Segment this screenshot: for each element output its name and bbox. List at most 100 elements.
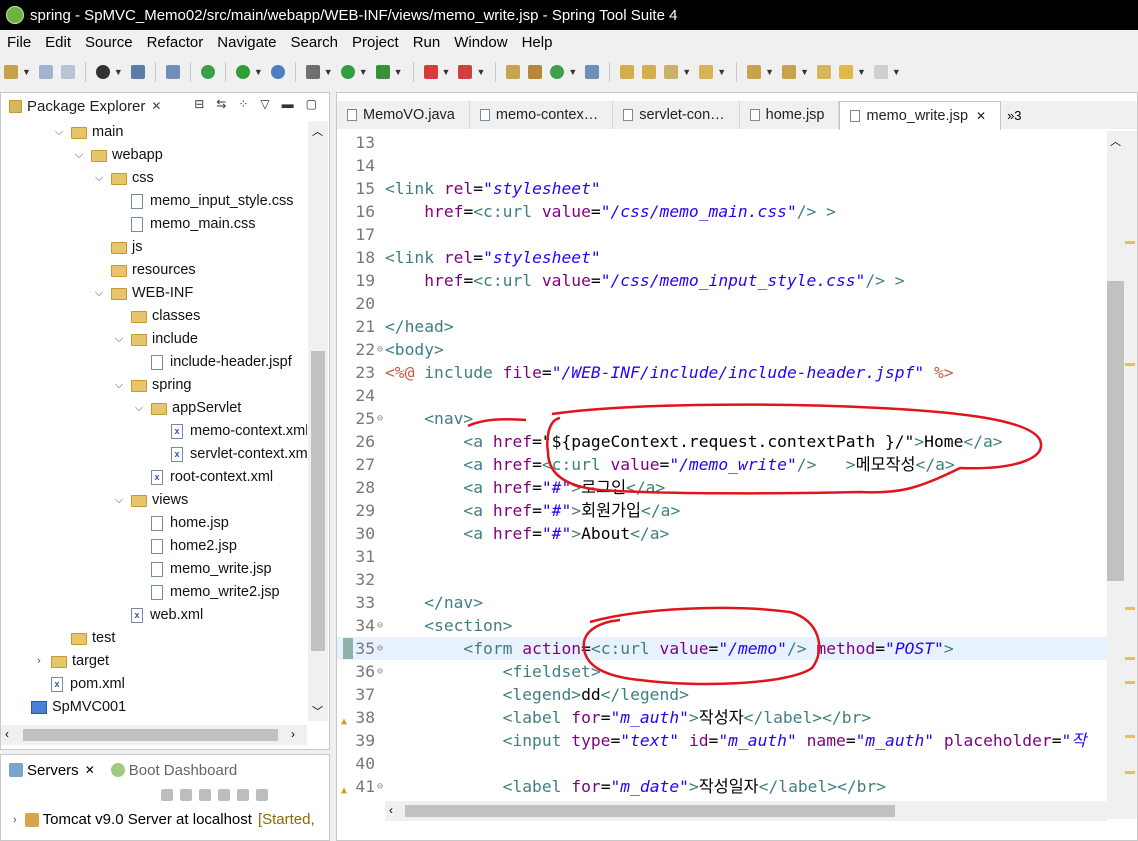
code-line[interactable]: 26 <a href="${pageContext.request.contex… [337, 430, 1107, 453]
chevron-down-icon[interactable]: ⌵ [113, 374, 125, 397]
code-line[interactable]: 33 </nav> [337, 591, 1107, 614]
publish-icon[interactable] [256, 789, 268, 801]
menu-item-source[interactable]: Source [78, 34, 140, 51]
link-editor-icon[interactable]: ⇆ [216, 97, 226, 111]
tree-item[interactable]: x servlet-context.xml [153, 443, 307, 466]
tree-item[interactable]: ⌵ include [113, 328, 198, 351]
chevron-right-icon[interactable]: › [13, 814, 17, 826]
chevron-down-icon[interactable]: ▼ [568, 67, 577, 77]
code-line[interactable]: 34 ⊖ <section> [337, 614, 1107, 637]
chevron-right-icon[interactable]: › [33, 650, 45, 673]
chevron-down-icon[interactable]: ⌵ [113, 489, 125, 512]
next-annotation-icon[interactable] [747, 65, 762, 79]
last-edit-location-icon[interactable] [816, 65, 831, 79]
code-line[interactable]: ▲ 41 ⊖ <label for="m_date">작성일자</label></b… [337, 775, 1107, 798]
code-line[interactable]: 23 <%@ include file="/WEB-INF/include/inc… [337, 361, 1107, 384]
view-menu-icon[interactable]: ▽ [260, 97, 269, 111]
code-line[interactable]: 22 ⊖ <body> [337, 338, 1107, 361]
tree-item[interactable]: memo_main.css [113, 213, 256, 236]
save-all-icon[interactable] [60, 65, 75, 79]
filters-icon[interactable]: ⁘ [238, 97, 248, 111]
tree-item[interactable]: x root-context.xml [133, 466, 273, 489]
chevron-down-icon[interactable]: ▼ [394, 67, 403, 77]
chevron-down-icon[interactable]: ⌵ [73, 144, 85, 167]
code-line[interactable]: 15 <link rel="stylesheet" [337, 177, 1107, 200]
close-icon[interactable]: ✕ [151, 99, 161, 113]
tab-boot-dashboard[interactable]: Boot Dashboard [103, 762, 245, 779]
tree-item[interactable]: ⌵ views [113, 489, 188, 512]
chevron-down-icon[interactable]: ⌵ [53, 121, 65, 144]
editor-tab[interactable]: home.jsp [740, 101, 840, 129]
back-icon[interactable] [838, 65, 853, 79]
scroll-up-icon[interactable]: ︿ [312, 123, 323, 139]
warning-marker[interactable] [1125, 363, 1135, 366]
editor-tab[interactable]: memo_write.jsp ✕ [839, 101, 1002, 130]
restart-server-icon[interactable] [218, 789, 230, 801]
chevron-down-icon[interactable]: ▼ [800, 67, 809, 77]
code-line[interactable]: 35 ⊖ <form action=<c:url value="/memo"/> … [337, 637, 1107, 660]
scrollbar-thumb[interactable] [1107, 281, 1124, 581]
tree-item[interactable]: include-header.jspf [133, 351, 292, 374]
scroll-left-icon[interactable]: ‹ [5, 727, 9, 741]
open-type-icon[interactable] [620, 65, 635, 79]
menu-item-file[interactable]: File [0, 34, 38, 51]
server-row[interactable]: › Tomcat v9.0 Server at localhost [Start… [13, 811, 315, 828]
code-line[interactable]: 19 href=<c:url value="/css/memo_input_st… [337, 269, 1107, 292]
run-icon[interactable] [340, 65, 355, 79]
menu-item-run[interactable]: Run [406, 34, 448, 51]
open-resource-icon[interactable] [642, 65, 657, 79]
tree-item[interactable]: x pom.xml [33, 673, 125, 696]
chevron-down-icon[interactable]: ⌵ [133, 397, 145, 420]
stop-all-icon[interactable] [458, 65, 473, 79]
tree-item[interactable]: js [93, 236, 142, 259]
terminal-icon[interactable] [130, 65, 145, 79]
code-line[interactable]: 24 [337, 384, 1107, 407]
stop-icon[interactable] [423, 65, 438, 79]
chevron-down-icon[interactable]: ▼ [892, 67, 901, 77]
menu-item-navigate[interactable]: Navigate [210, 34, 283, 51]
close-icon[interactable]: ✕ [85, 763, 95, 777]
tree-item[interactable]: ⌵ WEB-INF [93, 282, 193, 305]
editor-tab[interactable]: servlet-con… [613, 101, 740, 129]
tree-item[interactable]: home2.jsp [133, 535, 237, 558]
code-line[interactable]: 37 <legend>dd</legend> [337, 683, 1107, 706]
warning-marker[interactable] [1125, 735, 1135, 738]
code-line[interactable]: 28 <a href="#">로그인</a> [337, 476, 1107, 499]
warning-marker[interactable] [1125, 607, 1135, 610]
fold-toggle-icon[interactable]: ⊖ [375, 614, 385, 637]
code-line[interactable]: 32 [337, 568, 1107, 591]
chevron-down-icon[interactable]: ▼ [765, 67, 774, 77]
chevron-down-icon[interactable]: ▼ [22, 67, 31, 77]
chevron-down-icon[interactable]: ▼ [717, 67, 726, 77]
profile-icon[interactable] [95, 65, 110, 79]
stop-server-icon[interactable] [237, 789, 249, 801]
menu-item-project[interactable]: Project [345, 34, 406, 51]
code-editor[interactable]: 13 14 15 <link rel="stylesheet" 16 href=<c:u… [337, 131, 1107, 819]
pen-icon[interactable] [664, 65, 679, 79]
new-class-icon[interactable] [550, 65, 565, 79]
editor-tab[interactable]: MemoVO.java [337, 101, 470, 129]
previous-annotation-icon[interactable] [782, 65, 797, 79]
chevron-down-icon[interactable]: ⌵ [93, 282, 105, 305]
fold-toggle-icon[interactable]: ⊖ [375, 338, 385, 361]
skip-breakpoints-icon[interactable] [165, 65, 180, 79]
fold-toggle-icon[interactable]: ⊖ [375, 660, 385, 683]
chevron-down-icon[interactable]: ⌵ [93, 167, 105, 190]
fold-toggle-icon[interactable]: ⊖ [375, 637, 385, 660]
menu-item-edit[interactable]: Edit [38, 34, 78, 51]
menu-item-refactor[interactable]: Refactor [140, 34, 211, 51]
close-icon[interactable]: ✕ [976, 109, 986, 123]
warning-marker[interactable] [1125, 771, 1135, 774]
editor-horizontal-scrollbar[interactable]: ‹ [385, 801, 1107, 821]
profile-server-icon[interactable] [199, 789, 211, 801]
code-line[interactable]: 13 [337, 131, 1107, 154]
collapse-all-icon[interactable]: ⊟ [194, 97, 204, 111]
new-package-icon[interactable] [528, 65, 543, 79]
tab-servers[interactable]: Servers ✕ [1, 762, 103, 779]
scrollbar-thumb[interactable] [311, 351, 325, 651]
chevron-down-icon[interactable]: ▼ [682, 67, 691, 77]
tree-item[interactable]: memo_input_style.css [113, 190, 293, 213]
start-server-icon[interactable] [180, 789, 192, 801]
tree-item[interactable]: › target [33, 650, 109, 673]
chevron-down-icon[interactable]: ▼ [857, 67, 866, 77]
